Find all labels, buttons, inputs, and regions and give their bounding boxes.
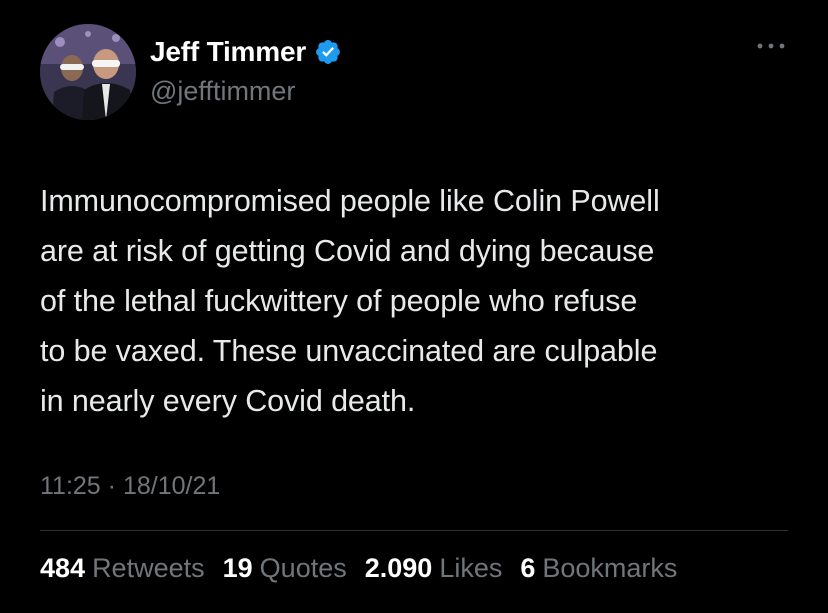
bookmarks-stat[interactable]: 6 Bookmarks: [520, 553, 677, 584]
author-avatar[interactable]: [40, 24, 136, 120]
timestamp-separator: ·: [100, 472, 123, 500]
quotes-label: Quotes: [259, 553, 347, 583]
engagement-stats: 484 Retweets 19 Quotes 2.090 Likes 6 Bookmar…: [40, 553, 677, 584]
stats-divider: [40, 530, 788, 531]
quotes-stat[interactable]: 19 Quotes: [223, 553, 347, 584]
retweets-count: 484: [40, 553, 86, 583]
tweet-time: 11:25: [40, 472, 101, 500]
bookmarks-count: 6: [520, 553, 536, 583]
verified-badge-icon: [314, 38, 342, 66]
retweets-stat[interactable]: 484 Retweets: [40, 553, 205, 584]
quotes-count: 19: [222, 553, 253, 583]
bookmarks-label: Bookmarks: [542, 553, 678, 583]
more-options-icon[interactable]: [754, 36, 788, 56]
tweet-text: Immunocompromised people like Colin Powe…: [40, 184, 660, 418]
likes-stat[interactable]: 2.090 Likes: [365, 553, 503, 584]
avatar-photo: [40, 24, 136, 120]
retweets-label: Retweets: [92, 553, 205, 583]
tweet-timestamp[interactable]: 11:25 · 18/10/21: [40, 472, 220, 501]
author-name-row: Jeff Timmer: [150, 34, 342, 70]
author-display-name[interactable]: Jeff Timmer: [150, 36, 306, 68]
author-handle[interactable]: @jefftimmer: [150, 76, 295, 107]
likes-label: Likes: [439, 553, 503, 583]
tweet-card: Jeff Timmer @jefftimmer Immunocompromise…: [0, 0, 828, 613]
tweet-date: 18/10/21: [122, 472, 221, 500]
likes-count: 2.090: [364, 553, 433, 583]
